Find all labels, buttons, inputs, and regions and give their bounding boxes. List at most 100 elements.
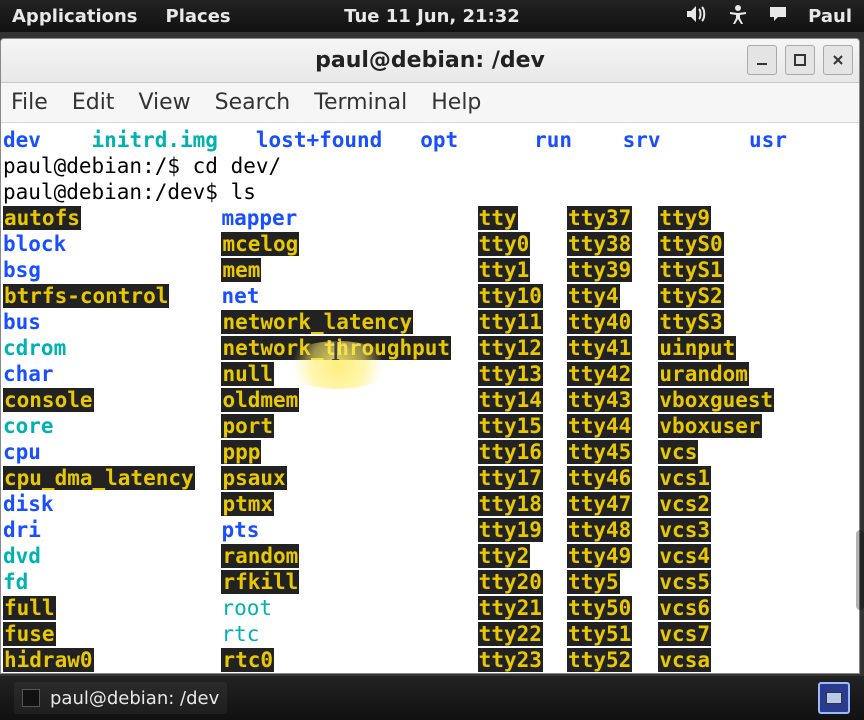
ls-entry: rtc — [221, 622, 259, 646]
ls-entry: null — [221, 362, 274, 386]
clock[interactable]: Tue 11 Jun, 21:32 — [344, 6, 520, 27]
ls-entry: port — [221, 414, 274, 438]
ls-entry: tty45 — [567, 440, 632, 464]
ls-entry: tty1 — [478, 258, 531, 282]
terminal-icon — [22, 689, 40, 707]
ls-entry: tty16 — [478, 440, 543, 464]
user-menu[interactable]: Paul — [808, 6, 852, 27]
window-minimize-button[interactable] — [747, 45, 777, 75]
ls-entry: tty50 — [567, 596, 632, 620]
ls-entry: tty42 — [567, 362, 632, 386]
ls-entry: vcs2 — [658, 492, 711, 516]
ls-entry: bus — [3, 310, 41, 334]
ls-entry: disk — [3, 492, 54, 516]
ls-entry: vcs — [658, 440, 698, 464]
scrollbar[interactable] — [856, 530, 864, 610]
ls-entry: tty20 — [478, 570, 543, 594]
ls-entry: dri — [3, 518, 41, 542]
ls-entry: tty — [478, 206, 518, 230]
menu-file[interactable]: File — [11, 90, 48, 115]
ls-output-row: fusertctty22tty51vcs7 — [3, 621, 857, 647]
ls-entry: urandom — [658, 362, 749, 386]
ls-entry: rtc0 — [221, 648, 274, 672]
ls-entry: autofs — [3, 206, 81, 230]
ls-entry: ttyS1 — [658, 258, 723, 282]
terminal-content[interactable]: dev initrd.img lost+found opt run srv us… — [1, 123, 859, 673]
ls-output-row: fdrfkilltty20tty5vcs5 — [3, 569, 857, 595]
ls-root-output-row: dev initrd.img lost+found opt run srv us… — [3, 127, 857, 153]
ls-entry: tty46 — [567, 466, 632, 490]
menubar: File Edit View Search Terminal Help — [1, 83, 859, 123]
ls-entry: tty18 — [478, 492, 543, 516]
ls-output-row: bsgmemtty1tty39ttyS1 — [3, 257, 857, 283]
accessibility-icon[interactable] — [728, 4, 748, 29]
ls-entry: mcelog — [221, 232, 299, 256]
ls-entry: uinput — [658, 336, 736, 360]
ls-entry: btrfs-control — [3, 284, 169, 308]
ls-output-columns: autofsmapperttytty37tty9blockmcelogtty0t… — [3, 205, 857, 673]
ls-entry: rfkill — [221, 570, 299, 594]
gnome-top-panel: Applications Places Tue 11 Jun, 21:32 Pa… — [0, 0, 864, 32]
ls-entry: tty48 — [567, 518, 632, 542]
ls-entry: vcs4 — [658, 544, 711, 568]
ls-entry: mem — [221, 258, 261, 282]
applications-menu[interactable]: Applications — [12, 6, 138, 27]
ls-output-row: cdromnetwork_throughputtty12tty41uinput — [3, 335, 857, 361]
ls-output-row: cpu_dma_latencypsauxtty17tty46vcs1 — [3, 465, 857, 491]
menu-edit[interactable]: Edit — [72, 90, 115, 115]
menu-terminal[interactable]: Terminal — [314, 90, 407, 115]
ls-entry: tty4 — [567, 284, 620, 308]
ls-entry: ttyS2 — [658, 284, 723, 308]
ls-entry: bsg — [3, 258, 41, 282]
chat-icon[interactable] — [768, 5, 788, 28]
ls-entry: core — [3, 414, 54, 438]
ls-entry: tty14 — [478, 388, 543, 412]
ls-entry: tty21 — [478, 596, 543, 620]
ls-entry: tty13 — [478, 362, 543, 386]
ls-entry: fd — [3, 570, 28, 594]
window-titlebar[interactable]: paul@debian: /dev — [1, 39, 859, 83]
ls-output-row: cpu ppp tty16 tty45 vcs — [3, 439, 857, 465]
ls-entry: tty51 — [567, 622, 632, 646]
ls-entry: ppp — [221, 440, 261, 464]
ls-entry: tty52 — [567, 648, 632, 672]
ls-entry: tty12 — [478, 336, 543, 360]
ls-entry: network_latency — [221, 310, 413, 334]
terminal-window: paul@debian: /dev File Edit View Search … — [0, 38, 860, 674]
taskbar-entry-terminal[interactable]: paul@debian: /dev — [14, 682, 227, 714]
ls-output-row: fullroottty21tty50vcs6 — [3, 595, 857, 621]
menu-view[interactable]: View — [138, 90, 190, 115]
ls-entry: console — [3, 388, 94, 412]
ls-entry: tty49 — [567, 544, 632, 568]
gnome-bottom-panel: paul@debian: /dev — [0, 676, 864, 720]
places-menu[interactable]: Places — [166, 6, 231, 27]
window-maximize-button[interactable] — [785, 45, 815, 75]
ls-entry: pts — [221, 518, 259, 542]
volume-icon[interactable] — [686, 4, 708, 29]
ls-entry: ptmx — [221, 492, 274, 516]
ls-entry: tty23 — [478, 648, 543, 672]
ls-entry: mapper — [221, 206, 297, 230]
menu-help[interactable]: Help — [431, 90, 481, 115]
ls-entry: hidraw0 — [3, 648, 94, 672]
ls-entry: tty44 — [567, 414, 632, 438]
ls-output-row: btrfs-controlnettty10tty4ttyS2 — [3, 283, 857, 309]
ls-entry: cpu — [3, 440, 41, 464]
ls-entry: tty19 — [478, 518, 543, 542]
ls-output-row: coreporttty15tty44vboxuser — [3, 413, 857, 439]
ls-entry: root — [221, 596, 272, 620]
ls-entry: tty2 — [478, 544, 531, 568]
window-close-button[interactable] — [823, 45, 853, 75]
ls-entry: tty0 — [478, 232, 531, 256]
ls-entry: net — [221, 284, 259, 308]
ls-entry: random — [221, 544, 299, 568]
window-title: paul@debian: /dev — [315, 48, 545, 73]
ls-entry: tty47 — [567, 492, 632, 516]
show-desktop-button[interactable] — [818, 682, 850, 714]
ls-output-row: consoleoldmemtty14tty43vboxguest — [3, 387, 857, 413]
ls-entry: full — [3, 596, 56, 620]
menu-search[interactable]: Search — [215, 90, 291, 115]
ls-entry: block — [3, 232, 66, 256]
ls-entry: network_throughput — [221, 336, 451, 360]
ls-entry: psaux — [221, 466, 286, 490]
